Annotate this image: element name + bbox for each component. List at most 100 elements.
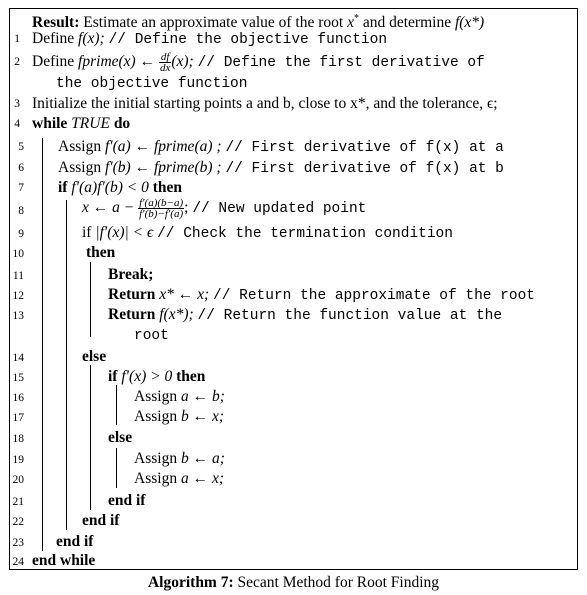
keyword: Define	[32, 53, 75, 71]
math: fprime(x) ←	[78, 53, 156, 71]
keyword: end while	[32, 552, 96, 569]
keyword: Assign	[58, 138, 102, 155]
comment: // Return the function value at the	[197, 308, 503, 324]
keyword: then	[86, 244, 116, 261]
line-number: 1	[14, 33, 20, 45]
then-block-bar	[90, 262, 91, 337]
comment: // First derivative of f(x) at b	[225, 161, 504, 177]
keyword: else	[82, 348, 107, 365]
line-number: 2	[14, 56, 20, 68]
condition: TRUE	[71, 115, 110, 132]
math: ;	[184, 199, 189, 217]
line-number: 10	[12, 248, 25, 260]
comment: // Check the termination condition	[157, 226, 453, 242]
comment-continued: root	[134, 328, 169, 344]
line-number: 21	[12, 496, 25, 508]
code-line-22: end if	[82, 511, 119, 531]
keyword: if	[82, 224, 92, 241]
keyword: do	[113, 115, 131, 132]
algorithm-caption: Algorithm 7: Secant Method for Root Find…	[0, 574, 587, 592]
inner-if-bar	[116, 385, 117, 425]
keyword: Assign	[134, 470, 178, 487]
math: x ← a −	[82, 199, 135, 217]
condition: f′(x) > 0	[121, 368, 173, 385]
code-line-1: Define f(x); // Define the objective fun…	[32, 29, 387, 50]
keyword: Break;	[108, 266, 154, 283]
math: x* ← x;	[159, 286, 210, 303]
condition: f′(a)f′(b) < 0	[71, 179, 149, 196]
line-number: 20	[12, 474, 25, 486]
line-number: 5	[18, 141, 24, 153]
line-number: 6	[18, 162, 24, 174]
math: b ← a;	[180, 450, 225, 467]
code-line-8: x ← a − f′(a)(b−a) f′(b)−f′(a); // New up…	[82, 198, 366, 220]
math: b ← x;	[180, 408, 224, 425]
line-number: 23	[12, 537, 25, 549]
math: (x);	[171, 53, 194, 71]
line-number: 12	[12, 290, 25, 302]
keyword: if	[108, 368, 118, 385]
code-line-11: Break;	[108, 265, 153, 285]
code-line-5: Assign f′(a) ← fprime(a) ; // First deri…	[58, 137, 504, 158]
result-paren: (x*)	[459, 14, 485, 32]
line-number: 19	[12, 454, 25, 466]
keyword: Return	[108, 286, 156, 303]
math: a ← x;	[180, 470, 224, 487]
code-line-12: Return x* ← x; // Return the approximate…	[108, 285, 535, 306]
code-line-20: Assign a ← x;	[134, 469, 224, 489]
code-line-19: Assign b ← a;	[134, 449, 225, 469]
keyword: Assign	[58, 159, 102, 176]
line-number: 4	[14, 118, 20, 130]
keyword: then	[152, 179, 183, 196]
line-number: 8	[18, 205, 24, 217]
line-number: 13	[12, 310, 25, 322]
else-block-bar	[90, 365, 91, 510]
inner-else-bar	[116, 448, 117, 488]
keyword: Define	[32, 30, 75, 47]
code-line-4: while TRUE do	[32, 114, 130, 134]
keyword: then	[176, 368, 206, 385]
code-line-24: end while	[32, 551, 95, 571]
math: a ← b;	[180, 388, 225, 405]
keyword: Assign	[134, 388, 178, 405]
if-block-bar	[66, 200, 67, 530]
code-line-17: Assign b ← x;	[134, 407, 224, 427]
line-number: 7	[18, 182, 24, 194]
code-line-23: end if	[56, 532, 93, 552]
code-line-21: end if	[108, 491, 145, 511]
caption-text: Secant Method for Root Finding	[233, 574, 440, 591]
code-line-7: if f′(a)f′(b) < 0 then	[58, 178, 182, 198]
keyword: end if	[108, 492, 146, 509]
comment: // Define the first derivative of	[197, 55, 485, 72]
fraction-denominator: dx	[159, 62, 171, 74]
while-block-bar	[42, 138, 43, 551]
line-number: 3	[14, 98, 20, 110]
comment-continued: the objective function	[56, 76, 248, 92]
math: f′(a) ← fprime(a) ;	[104, 138, 222, 155]
line-number: 22	[12, 516, 25, 528]
code-line-15: if f′(x) > 0 then	[108, 367, 205, 387]
comment: // Return the approximate of the root	[213, 288, 535, 304]
code-line-16: Assign a ← b;	[134, 387, 225, 407]
fraction: f′(a)(b−a) f′(b)−f′(a)	[138, 198, 185, 220]
code-line-9: if |f′(x)| < ϵ // Check the termination …	[82, 223, 453, 244]
code-line-3: Initialize the initial starting points a…	[32, 95, 498, 112]
condition: |f′(x)| < ϵ	[95, 224, 154, 241]
line-number: 17	[12, 412, 25, 424]
line-number: 15	[12, 372, 25, 384]
comment: // Define the objective function	[108, 32, 388, 48]
math: f(x*);	[159, 306, 194, 323]
math: f(x);	[78, 30, 105, 47]
math: f′(b) ← fprime(b) ;	[104, 159, 222, 176]
line-number: 11	[12, 270, 24, 282]
code-line-2: Define fprime(x) ← df dx (x); // Define th…	[32, 52, 485, 74]
code-line-10: then	[86, 243, 115, 263]
keyword: while	[32, 115, 68, 132]
code-line-13: Return f(x*); // Return the function val…	[108, 305, 502, 326]
caption-label: Algorithm 7:	[147, 574, 234, 591]
keyword: end if	[56, 533, 94, 550]
keyword: Assign	[134, 450, 178, 467]
code-line-14: else	[82, 347, 106, 367]
keyword: if	[58, 179, 68, 196]
keyword: end if	[82, 512, 120, 529]
